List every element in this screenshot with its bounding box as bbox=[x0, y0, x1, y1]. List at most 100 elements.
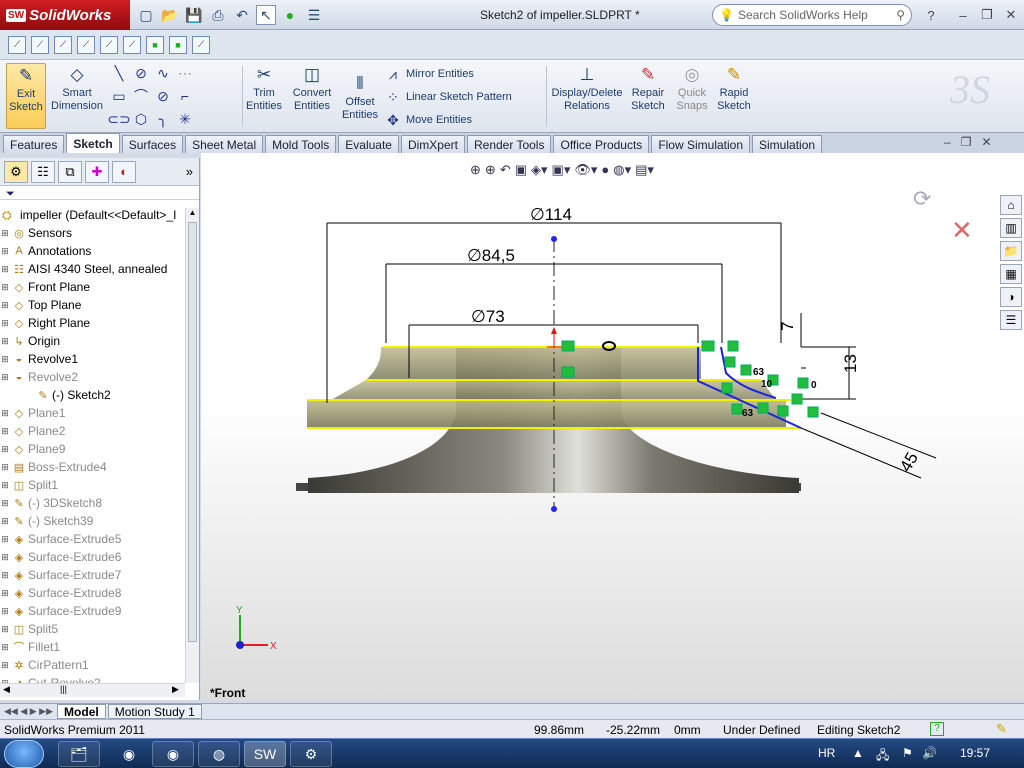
sketch-tool-9-icon[interactable]: ⟋ bbox=[192, 35, 210, 54]
tab-model[interactable]: Model bbox=[57, 704, 106, 719]
construction-line-icon[interactable]: ╮ bbox=[154, 110, 172, 128]
tree-item[interactable]: ⊞ ◇ Plane2 bbox=[0, 422, 185, 440]
confirmation-cancel-icon[interactable]: ✕ bbox=[951, 215, 973, 246]
trim-entities-button[interactable]: ✂ Trim Entities bbox=[244, 63, 284, 113]
file-explorer-icon[interactable]: 📁 bbox=[1000, 241, 1022, 261]
offset-entities-button[interactable]: ⫴ Offset Entities bbox=[338, 72, 382, 122]
minimize-button[interactable]: – bbox=[952, 5, 974, 25]
firefox-taskbar-icon[interactable]: ◍ bbox=[198, 741, 240, 767]
solidworks-taskbar-icon[interactable]: SW bbox=[244, 741, 286, 767]
expand-icon[interactable]: ⊞ bbox=[0, 570, 10, 581]
tab-evaluate[interactable]: Evaluate bbox=[338, 135, 399, 153]
status-help-icon[interactable]: ? bbox=[930, 722, 944, 736]
mirror-entities-button[interactable]: ⩘ Mirror Entities bbox=[384, 65, 474, 83]
tree-item[interactable]: ⊞ ◫ Split5 bbox=[0, 620, 185, 638]
tab-sketch[interactable]: Sketch bbox=[66, 133, 120, 153]
sketch-tool-2-icon[interactable]: ⟋ bbox=[31, 35, 49, 54]
dim-diameter-114[interactable]: ∅114 bbox=[530, 205, 572, 224]
language-indicator[interactable]: HR bbox=[818, 746, 835, 760]
tree-item[interactable]: ✎ (-) Sketch2 bbox=[0, 386, 185, 404]
sketch-tool-8-icon[interactable]: ■ bbox=[169, 35, 187, 54]
tree-item[interactable]: ⊞ ✲ CirPattern1 bbox=[0, 656, 185, 674]
dim-length-45[interactable]: 45 bbox=[896, 449, 922, 475]
tree-item[interactable]: ⊞ ◈ Surface-Extrude8 bbox=[0, 584, 185, 602]
view-palette-icon[interactable]: ▦ bbox=[1000, 264, 1022, 284]
expand-icon[interactable]: ⊞ bbox=[0, 642, 10, 653]
configuration-manager-tab-icon[interactable]: ⧉ bbox=[58, 160, 82, 183]
expand-icon[interactable]: ⊞ bbox=[0, 462, 10, 473]
view-orientation-icon[interactable]: ◈▾ bbox=[531, 162, 548, 178]
tree-item[interactable]: ⊞ ✎ (-) 3DSketch8 bbox=[0, 494, 185, 512]
tree-filter[interactable]: ⏷ bbox=[0, 186, 199, 200]
undo-icon[interactable]: ↶ bbox=[232, 5, 252, 25]
display-style-icon[interactable]: ▣▾ bbox=[552, 162, 571, 178]
sketch-tool-6-icon[interactable]: ⟋ bbox=[123, 35, 141, 54]
rebuild-traffic-light-icon[interactable]: ● bbox=[280, 5, 300, 25]
status-tag-icon[interactable]: ✎ bbox=[996, 721, 1007, 737]
tree-horizontal-scrollbar[interactable]: ◀ ||| ▶ bbox=[0, 683, 185, 697]
slot-icon[interactable]: ⊂⊃ bbox=[107, 110, 130, 128]
close-button[interactable]: ✕ bbox=[1000, 5, 1022, 25]
move-entities-button[interactable]: ✥ Move Entities bbox=[384, 111, 472, 129]
chrome-window-taskbar-icon[interactable]: ◉ bbox=[152, 741, 194, 767]
doc-minimize-button[interactable]: – bbox=[944, 135, 951, 149]
app-taskbar-icon[interactable]: ⚙ bbox=[290, 741, 332, 767]
dim-vertical-13[interactable]: 13 bbox=[841, 354, 860, 373]
custom-properties-icon[interactable]: ☰ bbox=[1000, 310, 1022, 330]
confirmation-ok-icon[interactable]: ⟳ bbox=[913, 186, 931, 212]
tree-item[interactable]: ⊞ ◇ Front Plane bbox=[0, 278, 185, 296]
show-hidden-icons-icon[interactable]: ▲ bbox=[852, 746, 864, 760]
sketch-tool-1-icon[interactable]: ⟋ bbox=[8, 35, 26, 54]
expand-icon[interactable]: ⊞ bbox=[0, 282, 10, 293]
scroll-left-icon[interactable]: ◀ bbox=[3, 684, 10, 695]
tab-flow-simulation[interactable]: Flow Simulation bbox=[651, 135, 751, 153]
expand-icon[interactable]: ⊞ bbox=[0, 300, 10, 311]
explorer-taskbar-icon[interactable]: 🗂 bbox=[58, 741, 100, 767]
search-icon[interactable]: ⚲ bbox=[896, 8, 905, 22]
expand-icon[interactable]: ⊞ bbox=[0, 228, 10, 239]
doc-close-button[interactable]: ✕ bbox=[981, 135, 991, 149]
tree-item[interactable]: ⊞ ◒ Revolve1 bbox=[0, 350, 185, 368]
tree-item[interactable]: ⊞ ◒ Revolve2 bbox=[0, 368, 185, 386]
sketch-tool-7-icon[interactable]: ■ bbox=[146, 35, 164, 54]
volume-icon[interactable]: 🔊 bbox=[922, 746, 937, 760]
model-view[interactable]: ∅114 ∅84,5 ∅73 7 13 45 63 63 10 0 Y X bbox=[201, 153, 1024, 700]
display-manager-tab-icon[interactable]: ◐ bbox=[112, 160, 136, 183]
design-library-icon[interactable]: ▥ bbox=[1000, 218, 1022, 238]
tree-item[interactable]: ⊞ ◈ Surface-Extrude9 bbox=[0, 602, 185, 620]
tree-item[interactable]: ⊞ ⌒ Fillet1 bbox=[0, 638, 185, 656]
tab-office-products[interactable]: Office Products bbox=[553, 135, 650, 153]
smart-dimension-button[interactable]: ◇ Smart Dimension bbox=[50, 63, 104, 113]
rectangle-icon[interactable]: ▭ bbox=[110, 87, 128, 105]
tab-scroll-arrows-icon[interactable]: ◀◀ ◀ ▶ ▶▶ bbox=[4, 706, 53, 717]
tree-item[interactable]: ⊞ ◫ Split1 bbox=[0, 476, 185, 494]
scroll-right-icon[interactable]: ▶ bbox=[172, 684, 179, 695]
sketch-tool-4-icon[interactable]: ⟋ bbox=[77, 35, 95, 54]
tree-item[interactable]: ⊞ ☷ AISI 4340 Steel, annealed bbox=[0, 260, 185, 278]
select-pointer-icon[interactable]: ↖ bbox=[256, 5, 276, 25]
print-icon[interactable]: ⎙ bbox=[208, 5, 228, 25]
network-icon[interactable]: 🖧 bbox=[876, 746, 889, 767]
view-settings-icon[interactable]: ▤▾ bbox=[635, 162, 654, 178]
zoom-area-icon[interactable]: ⊕ bbox=[485, 162, 496, 178]
feature-manager-tab-icon[interactable]: ⚙ bbox=[4, 160, 28, 183]
previous-view-icon[interactable]: ↶ bbox=[500, 162, 511, 178]
expand-icon[interactable]: ⊞ bbox=[0, 516, 10, 527]
tree-item[interactable]: ⊞ ◇ Top Plane bbox=[0, 296, 185, 314]
arc-icon[interactable]: ⌒ bbox=[132, 87, 150, 105]
sketch-tool-5-icon[interactable]: ⟋ bbox=[100, 35, 118, 54]
expand-icon[interactable]: ⊞ bbox=[0, 588, 10, 599]
start-button[interactable] bbox=[4, 740, 44, 768]
expand-icon[interactable]: ⊞ bbox=[0, 480, 10, 491]
tab-simulation[interactable]: Simulation bbox=[752, 135, 823, 153]
repair-sketch-button[interactable]: ✎ Repair Sketch bbox=[628, 63, 668, 113]
action-center-icon[interactable]: ⚑ bbox=[902, 746, 913, 760]
doc-restore-button[interactable]: ❐ bbox=[961, 135, 972, 149]
line-icon[interactable]: ╲ bbox=[110, 64, 128, 82]
new-document-icon[interactable]: ▢ bbox=[136, 5, 156, 25]
dim-diameter-73[interactable]: ∅73 bbox=[471, 307, 505, 326]
expand-icon[interactable]: ⊞ bbox=[0, 552, 10, 563]
apply-scene-icon[interactable]: ◍▾ bbox=[613, 162, 631, 178]
expand-icon[interactable]: ⊞ bbox=[0, 336, 10, 347]
tree-item[interactable]: ⊞ ✎ (-) Sketch39 bbox=[0, 512, 185, 530]
